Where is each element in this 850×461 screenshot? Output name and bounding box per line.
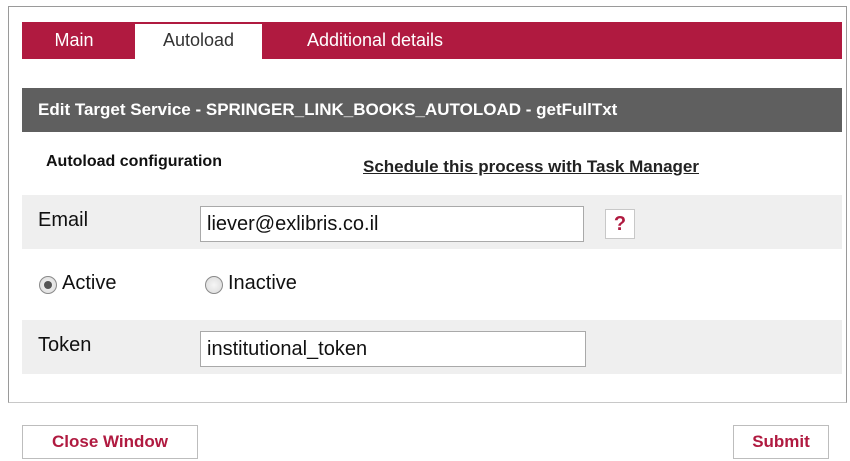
status-row: Active Inactive xyxy=(22,257,842,315)
inactive-radio-label[interactable]: Inactive xyxy=(228,272,297,295)
inactive-radio-icon[interactable] xyxy=(205,276,223,294)
tab-bar: Main Autoload Additional details xyxy=(22,22,842,59)
email-row: Email liever@exlibris.co.il ? xyxy=(22,195,842,249)
token-field[interactable]: institutional_token xyxy=(200,331,586,367)
tab-additional-details[interactable]: Additional details xyxy=(280,24,470,59)
tab-main[interactable]: Main xyxy=(44,24,104,59)
email-label: Email xyxy=(38,209,89,231)
page-title: Edit Target Service - SPRINGER_LINK_BOOK… xyxy=(22,88,842,132)
token-row: Token institutional_token xyxy=(22,320,842,374)
close-window-button[interactable]: Close Window xyxy=(22,425,198,459)
schedule-task-link[interactable]: Schedule this process with Task Manager xyxy=(363,157,699,177)
email-field[interactable]: liever@exlibris.co.il xyxy=(200,206,584,242)
active-radio-label[interactable]: Active xyxy=(62,272,116,295)
active-radio-icon[interactable] xyxy=(39,276,57,294)
section-label: Autoload configuration xyxy=(46,153,222,170)
submit-button[interactable]: Submit xyxy=(733,425,829,459)
tab-autoload[interactable]: Autoload xyxy=(135,24,262,59)
question-mark-icon[interactable]: ? xyxy=(605,209,635,239)
token-label: Token xyxy=(38,334,92,356)
